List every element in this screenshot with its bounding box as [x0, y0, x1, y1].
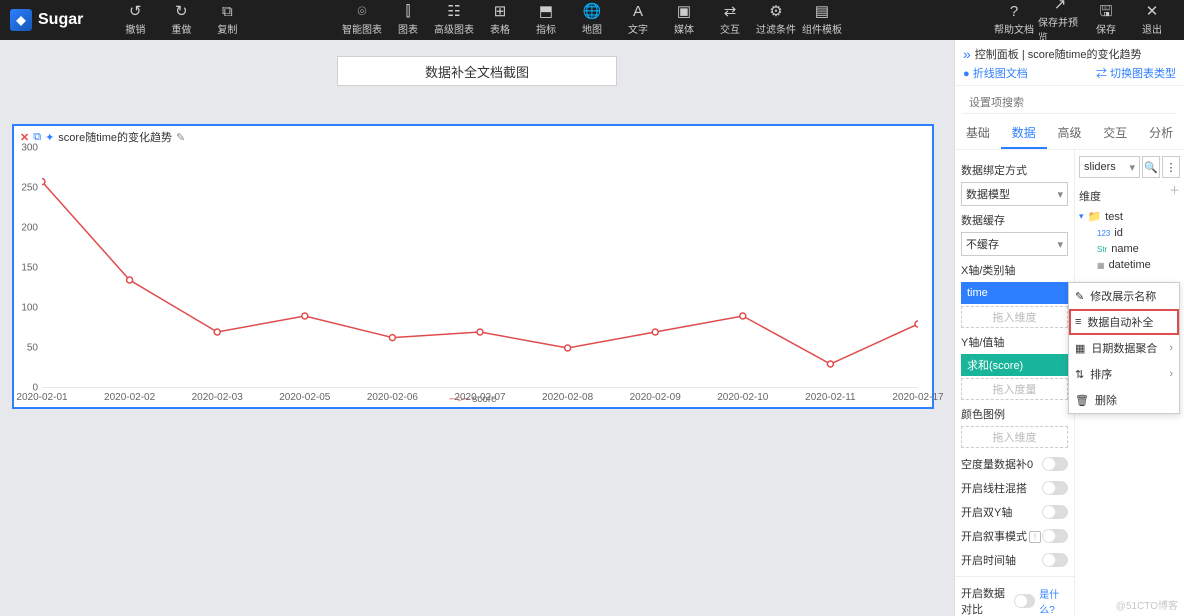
- switch-2[interactable]: [1042, 505, 1068, 519]
- x-axis-field[interactable]: time: [961, 282, 1068, 304]
- cache-select[interactable]: 不缓存: [961, 232, 1068, 256]
- compare-what-link[interactable]: 是什么?: [1039, 586, 1068, 616]
- x-tick: 2020-02-06: [367, 388, 418, 403]
- toolbar-center-btn-1[interactable]: ⫿图表: [386, 2, 430, 38]
- switch-0[interactable]: [1042, 457, 1068, 471]
- y-axis-field[interactable]: 求和(score): [961, 354, 1068, 376]
- toolbar-left-btn-0[interactable]: ↺撤销: [113, 2, 157, 38]
- chart-plot-area: 050100150200250300 2020-02-012020-02-022…: [42, 148, 918, 388]
- compare-label: 开启数据对比: [961, 585, 1014, 616]
- switch-3[interactable]: [1042, 529, 1068, 543]
- field-search-icon[interactable]: 🔍: [1142, 156, 1160, 178]
- switch-4[interactable]: [1042, 553, 1068, 567]
- toolbar-right-btn-3[interactable]: ✕退出: [1130, 2, 1174, 38]
- collapse-panel-icon[interactable]: »: [963, 46, 971, 62]
- panel-search-input[interactable]: [963, 92, 1176, 114]
- toolbar-center-btn-7[interactable]: ▣媒体: [662, 2, 706, 38]
- ctx-item-2[interactable]: ▦日期数据聚合›: [1069, 335, 1179, 361]
- toolbar-center-btn-6[interactable]: A文字: [616, 2, 660, 38]
- toolbar-left-btn-2[interactable]: ⧉复制: [205, 2, 249, 38]
- switch-label-0: 空度量数据补0: [961, 456, 1033, 472]
- x-tick: 2020-02-05: [279, 388, 330, 403]
- panel-title: 控制面板 | score随time的变化趋势: [975, 46, 1142, 62]
- x-tick: 2020-02-01: [16, 388, 67, 403]
- toolbar-center-btn-8[interactable]: ⇄交互: [708, 2, 752, 38]
- toolbar-right-btn-2[interactable]: 🖫保存: [1084, 2, 1128, 38]
- toolbar-left-btn-1[interactable]: ↻重做: [159, 2, 203, 38]
- compare-switch[interactable]: [1014, 594, 1035, 608]
- ctx-item-1[interactable]: ≡数据自动补全: [1069, 309, 1179, 335]
- app-logo: ◆ Sugar: [10, 9, 83, 31]
- panel-tab-基础[interactable]: 基础: [955, 118, 1001, 149]
- chart-edit-icon[interactable]: ✎: [176, 131, 185, 144]
- x-tick: 2020-02-08: [542, 388, 593, 403]
- dim-field-datetime[interactable]: ▦datetime: [1079, 257, 1180, 273]
- panel-tab-高级[interactable]: 高级: [1047, 118, 1093, 149]
- bind-mode-select[interactable]: 数据模型: [961, 182, 1068, 206]
- dim-field-name[interactable]: Strname: [1079, 241, 1180, 257]
- legend-label: 颜色图例: [961, 406, 1068, 422]
- dim-label: 维度: [1079, 188, 1101, 204]
- chart-container[interactable]: ✕ ⧉ ✦ score随time的变化趋势 ✎ 0501001502002503…: [12, 124, 934, 409]
- y-axis-drop[interactable]: 拖入度量: [961, 378, 1068, 400]
- ctx-item-4[interactable]: 🗑删除: [1069, 387, 1179, 413]
- x-tick: 2020-02-11: [805, 388, 855, 403]
- switch-chart-link[interactable]: ⇄ 切换图表类型: [1096, 65, 1176, 81]
- dim-field-id[interactable]: 123id: [1079, 225, 1180, 241]
- ctx-item-0[interactable]: ✎修改展示名称: [1069, 283, 1179, 309]
- field-more-icon[interactable]: ⋮: [1162, 156, 1180, 178]
- toolbar-right-btn-1[interactable]: ↗保存并预览: [1038, 2, 1082, 38]
- chart-title: score随time的变化趋势: [58, 129, 172, 145]
- toolbar-right-btn-0[interactable]: ?帮助文档: [992, 2, 1036, 38]
- add-dim-icon[interactable]: ＋: [1169, 182, 1180, 208]
- x-tick: 2020-02-07: [454, 388, 505, 403]
- y-tick: 300: [21, 143, 38, 154]
- x-tick: 2020-02-09: [630, 388, 681, 403]
- cache-label: 数据缓存: [961, 212, 1068, 228]
- toolbar-center-btn-4[interactable]: ⬒指标: [524, 2, 568, 38]
- field-context-menu: ✎修改展示名称≡数据自动补全▦日期数据聚合›⇅排序›🗑删除: [1068, 282, 1180, 414]
- right-panel: » 控制面板 | score随time的变化趋势 ● 折线图文档 ⇄ 切换图表类…: [954, 40, 1184, 616]
- chart-settings-icon[interactable]: ✦: [45, 131, 54, 144]
- toolbar-center-btn-9[interactable]: ⚙过滤条件: [754, 2, 798, 38]
- x-tick: 2020-02-03: [192, 388, 243, 403]
- switch-label-3: 开启叙事模式!: [961, 528, 1041, 544]
- x-tick: 2020-02-17: [892, 388, 943, 403]
- x-axis-drop[interactable]: 拖入维度: [961, 306, 1068, 328]
- panel-tab-数据[interactable]: 数据: [1001, 118, 1047, 149]
- panel-tab-交互[interactable]: 交互: [1092, 118, 1138, 149]
- x-tick: 2020-02-02: [104, 388, 155, 403]
- toolbar-center-btn-2[interactable]: ☷高级图表: [432, 2, 476, 38]
- document-title[interactable]: 数据补全文档截图: [337, 56, 617, 86]
- switch-label-4: 开启时间轴: [961, 552, 1016, 568]
- x-tick: 2020-02-10: [717, 388, 768, 403]
- bind-mode-label: 数据绑定方式: [961, 162, 1068, 178]
- toolbar-center-btn-0[interactable]: ⌾智能图表: [340, 2, 384, 38]
- y-axis-label: Y轴/值轴: [961, 334, 1068, 350]
- dim-tree-root[interactable]: ▾📁test: [1079, 208, 1180, 225]
- switch-label-1: 开启线柱混搭: [961, 480, 1027, 496]
- toolbar-center-btn-3[interactable]: ⊞表格: [478, 2, 522, 38]
- y-tick: 50: [27, 343, 38, 354]
- y-tick: 250: [21, 183, 38, 194]
- app-name: Sugar: [38, 11, 83, 29]
- field-source-select[interactable]: sliders: [1079, 156, 1140, 178]
- switch-label-2: 开启双Y轴: [961, 504, 1012, 520]
- panel-tab-分析[interactable]: 分析: [1138, 118, 1184, 149]
- y-tick: 200: [21, 223, 38, 234]
- logo-icon: ◆: [10, 9, 32, 31]
- toolbar-center-btn-5[interactable]: 🌐地图: [570, 2, 614, 38]
- y-tick: 150: [21, 263, 38, 274]
- legend-drop[interactable]: 拖入维度: [961, 426, 1068, 448]
- switch-1[interactable]: [1042, 481, 1068, 495]
- y-tick: 100: [21, 303, 38, 314]
- x-axis-label: X轴/类别轴: [961, 262, 1068, 278]
- doc-link[interactable]: ● 折线图文档: [963, 65, 1028, 81]
- toolbar-center-btn-10[interactable]: ▤组件模板: [800, 2, 844, 38]
- ctx-item-3[interactable]: ⇅排序›: [1069, 361, 1179, 387]
